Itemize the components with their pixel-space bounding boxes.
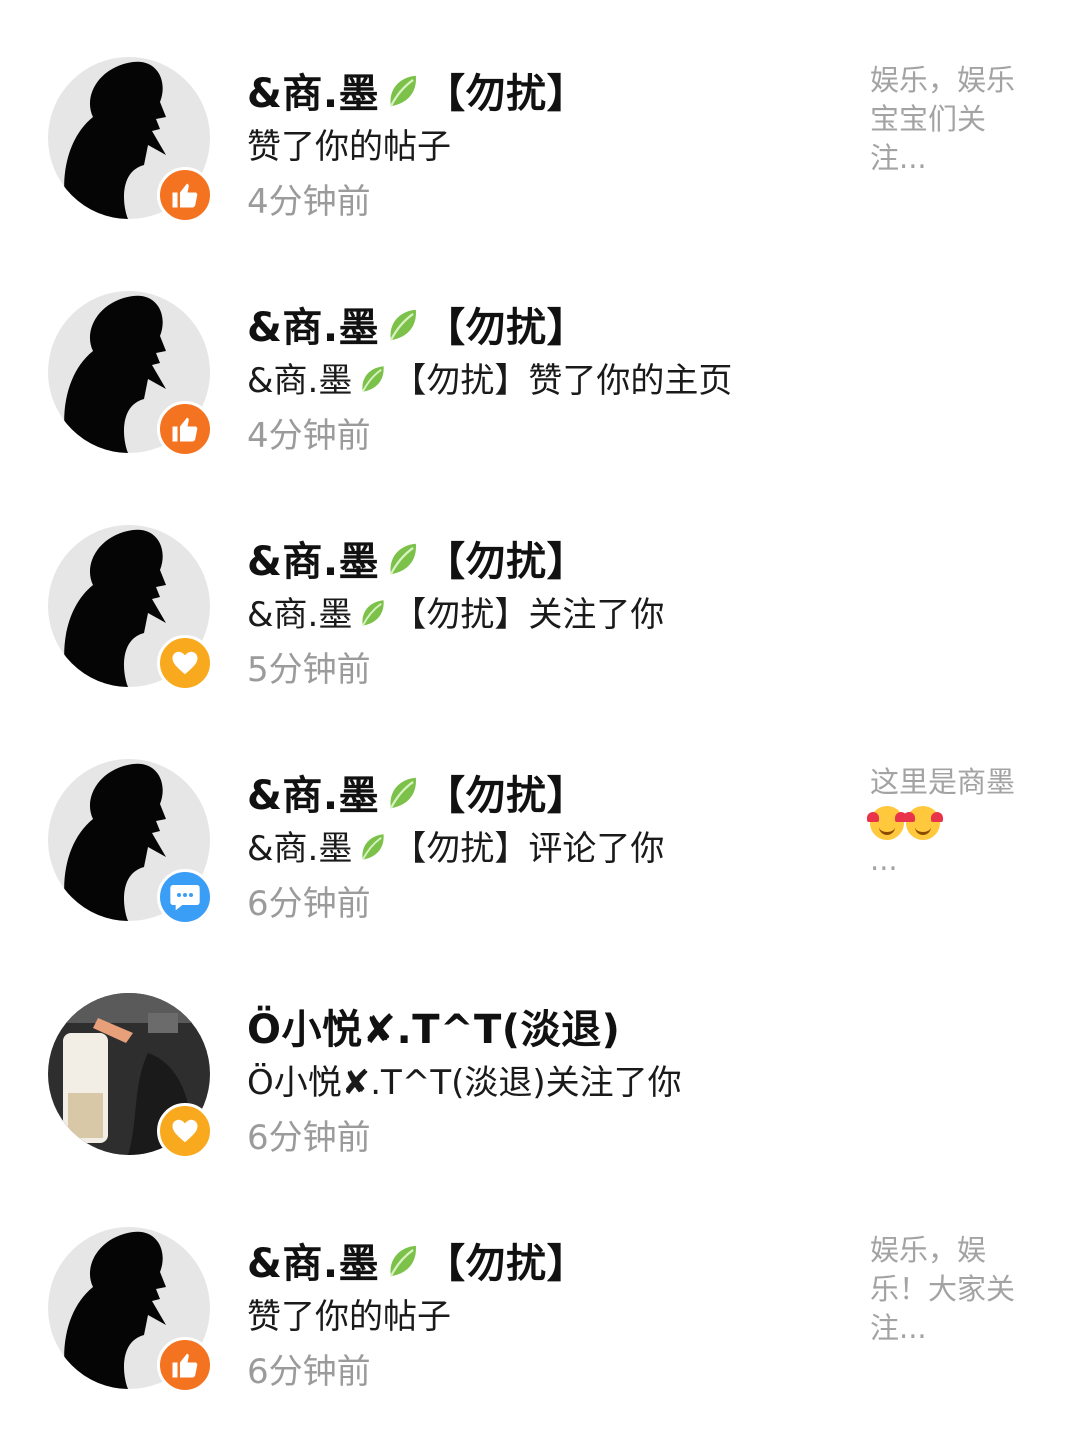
thumbs-up-icon [172,183,198,208]
content-preview[interactable]: 娱乐，娱乐！大家关注... [870,1231,1030,1348]
smiling-face-with-hearts-emoji [903,806,943,840]
follow-badge [157,635,213,691]
notification-item[interactable]: &商.墨 【勿扰】 &商.墨 【勿扰】赞了你的主页 4分钟前 [0,291,1079,491]
follow-badge [157,1103,213,1159]
thumbs-up-icon [172,1353,198,1378]
notification-item[interactable]: &商.墨 【勿扰】 &商.墨 【勿扰】关注了你 5分钟前 [0,525,1079,725]
notification-item[interactable]: &商.墨 【勿扰】 赞了你的帖子 6分钟前 娱乐，娱乐！大家关注... [0,1227,1079,1427]
preview-text: 这里是商墨 [870,765,1016,799]
timestamp: 6分钟前 [247,1352,371,1392]
timestamp: 5分钟前 [247,650,371,690]
timestamp: 6分钟前 [247,884,371,924]
comment-badge [157,869,213,925]
user-name[interactable]: &商.墨 【勿扰】 [247,295,587,353]
content-preview[interactable]: 娱乐，娱乐宝宝们关注... [870,61,1030,178]
action-text: Ö小悦✘.T^T(淡退)关注了你 [247,1063,682,1103]
action-text: 赞了你的帖子 [247,127,451,167]
leaf-emoji [358,831,386,871]
user-name[interactable]: &商.墨 【勿扰】 [247,529,587,587]
leaf-emoji [358,597,386,637]
notification-item[interactable]: &商.墨 【勿扰】 &商.墨 【勿扰】评论了你 6分钟前 这里是商墨 ... [0,759,1079,959]
smiling-face-with-hearts-emoji [867,806,907,840]
user-name[interactable]: Ö小悦✘.T^T(淡退) [247,997,620,1055]
heart-icon [172,651,198,675]
leaf-emoji [385,73,419,119]
preview-ellipsis: ... [870,843,898,877]
like-badge [157,401,213,457]
leaf-emoji [385,775,419,821]
user-name[interactable]: &商.墨 【勿扰】 [247,61,587,119]
timestamp: 4分钟前 [247,416,371,456]
speech-bubble-icon [170,885,200,911]
thumbs-up-icon [172,417,198,442]
user-name[interactable]: &商.墨 【勿扰】 [247,763,587,821]
user-name[interactable]: &商.墨 【勿扰】 [247,1231,587,1289]
leaf-emoji [385,541,419,587]
action-text: &商.墨 【勿扰】关注了你 [247,595,665,637]
heart-icon [172,1119,198,1143]
action-text: 赞了你的帖子 [247,1297,451,1337]
leaf-emoji [385,307,419,353]
leaf-emoji [385,1243,419,1289]
timestamp: 4分钟前 [247,182,371,222]
preview-emojis [867,802,1030,841]
like-badge [157,1337,213,1393]
timestamp: 6分钟前 [247,1118,371,1158]
notification-item[interactable]: &商.墨 【勿扰】 赞了你的帖子 4分钟前 娱乐，娱乐宝宝们关注... [0,57,1079,257]
content-preview[interactable]: 这里是商墨 ... [867,763,1030,880]
action-text: &商.墨 【勿扰】评论了你 [247,829,665,871]
leaf-emoji [358,363,386,403]
notification-item[interactable]: Ö小悦✘.T^T(淡退) Ö小悦✘.T^T(淡退)关注了你 6分钟前 [0,993,1079,1193]
action-text: &商.墨 【勿扰】赞了你的主页 [247,361,733,403]
like-badge [157,167,213,223]
